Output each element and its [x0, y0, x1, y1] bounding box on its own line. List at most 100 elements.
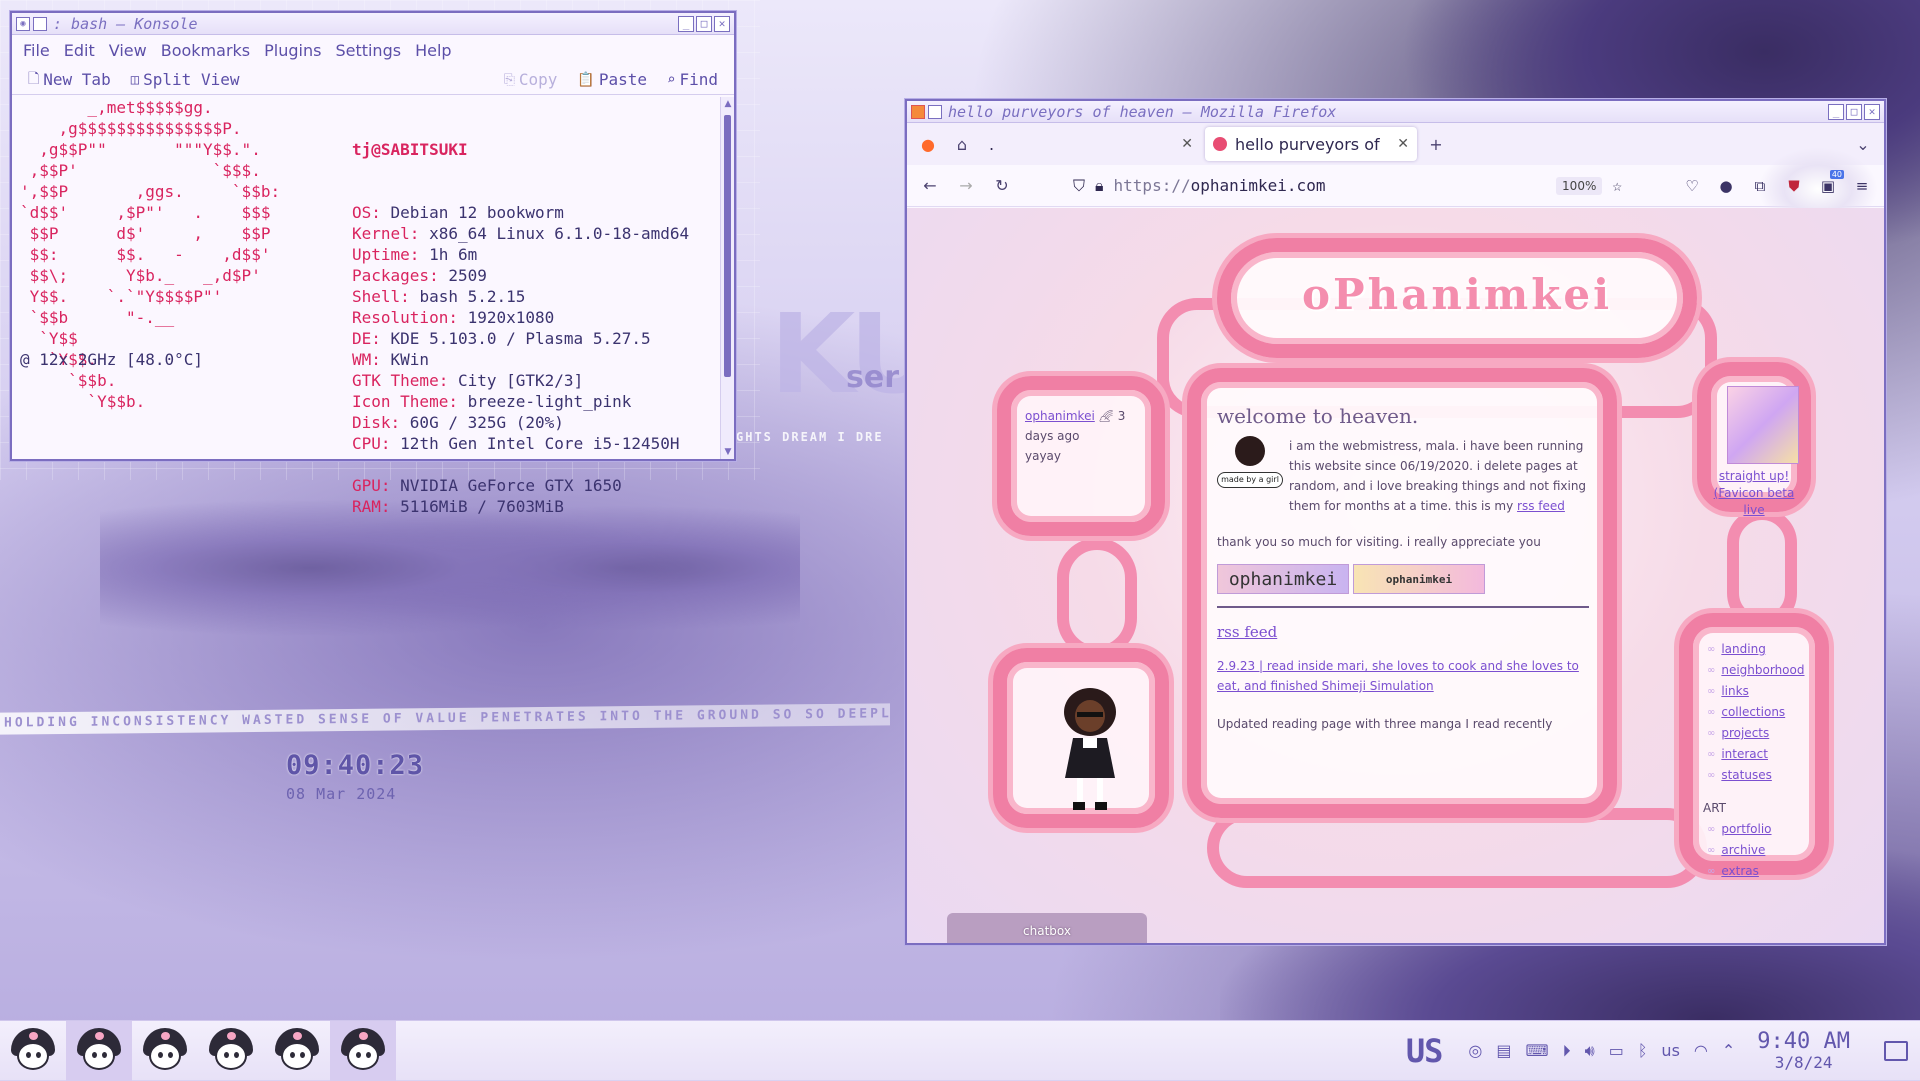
firefox-navbar: ← → ↻ ⛉ 🔒︎ https://ophanimkei.com 100% ☆…	[907, 165, 1884, 207]
nav-link[interactable]: projects	[1721, 723, 1769, 744]
firefox-window-icon[interactable]	[911, 104, 925, 119]
nav-link[interactable]: collections	[1721, 702, 1785, 723]
nav-item-archive[interactable]: ∞ archive	[1707, 840, 1804, 861]
keyboard-layout-indicator[interactable]: US	[1406, 1032, 1444, 1070]
close-button[interactable]: ✕	[714, 15, 730, 32]
nav-item-collections[interactable]: ∞ collections	[1707, 702, 1804, 723]
pocket-icon[interactable]: ♡	[1678, 172, 1706, 200]
pin-icon[interactable]	[928, 104, 942, 119]
close-button[interactable]: ✕	[1864, 103, 1880, 120]
taskbar-task-kuromi-5[interactable]	[264, 1021, 330, 1081]
scroll-down-icon[interactable]: ▼	[721, 447, 735, 457]
tray-expand-chevron-icon[interactable]: ⌃	[1722, 1041, 1735, 1060]
rss-item-link[interactable]: 2.9.23 | read inside mari, she loves to …	[1217, 659, 1579, 693]
menu-help[interactable]: Help	[415, 41, 451, 60]
konsole-titlebar[interactable]: ◉ : bash — Konsole _ □ ✕	[12, 13, 734, 35]
nav-link[interactable]: portfolio	[1721, 819, 1771, 840]
zoom-indicator[interactable]: 100%	[1556, 176, 1603, 195]
terminal-output[interactable]: _,met$$$$$gg. ,g$$$$$$$$$$$$$$$P. ,g$$P"…	[12, 97, 720, 516]
new-tab-icon[interactable]: +	[1421, 129, 1451, 159]
nav-item-extras[interactable]: ∞ extras	[1707, 861, 1804, 882]
nav-item-neighborhood[interactable]: ∞ neighborhood	[1707, 660, 1804, 681]
list-tabs-icon[interactable]: ⌄	[1848, 129, 1878, 159]
menu-edit[interactable]: Edit	[64, 41, 95, 60]
terminal-scrollbar[interactable]: ▲ ▼	[720, 97, 734, 459]
home-icon[interactable]: ⌂	[947, 129, 977, 159]
firefox-view-icon[interactable]: ●	[913, 129, 943, 159]
tab-active[interactable]: hello purveyors of ✕	[1205, 127, 1417, 161]
close-tab-icon[interactable]: ✕	[1181, 136, 1193, 152]
battery-icon[interactable]: ▭	[1609, 1041, 1624, 1060]
taskbar-task-kuromi-4[interactable]	[198, 1021, 264, 1081]
stamp-image[interactable]	[1727, 386, 1799, 464]
rss-feed-heading[interactable]: rss feed	[1217, 622, 1589, 642]
activity-icon[interactable]: ◎	[1468, 1041, 1482, 1060]
taskbar-task-kuromi-3[interactable]	[132, 1021, 198, 1081]
taskbar-task-kuromi-1[interactable]	[0, 1021, 66, 1081]
tab-inactive[interactable]: . ✕	[981, 127, 1201, 161]
taskbar-task-kuromi-6[interactable]	[330, 1020, 396, 1081]
extensions-puzzle-icon[interactable]: ⧉	[1746, 172, 1774, 200]
split-view-button[interactable]: ◫ Split View	[125, 70, 246, 89]
url-bar[interactable]: ⛉ 🔒︎ https://ophanimkei.com 100% ☆	[1063, 170, 1632, 202]
media-player-icon[interactable]: ⏵	[1563, 1041, 1571, 1061]
show-desktop-button[interactable]	[1884, 1040, 1908, 1061]
nav-item-statuses[interactable]: ∞ statuses	[1707, 765, 1804, 786]
menu-bookmarks[interactable]: Bookmarks	[161, 41, 250, 60]
find-button[interactable]: ⌕ Find	[661, 70, 724, 89]
nav-link[interactable]: neighborhood	[1721, 660, 1804, 681]
maximize-button[interactable]: □	[1846, 103, 1862, 120]
rss-feed-link[interactable]: rss feed	[1517, 499, 1565, 513]
close-tab-icon[interactable]: ✕	[1397, 136, 1409, 152]
nav-link[interactable]: extras	[1721, 861, 1759, 882]
maximize-button[interactable]: □	[696, 15, 712, 32]
back-icon[interactable]: ←	[915, 171, 945, 201]
new-tab-button[interactable]: 🗋 New Tab	[22, 68, 117, 92]
menu-file[interactable]: File	[23, 41, 50, 60]
site-button-ophanimkei-alt[interactable]: ophanimkei	[1353, 564, 1485, 594]
wifi-icon[interactable]: ◠	[1694, 1041, 1708, 1060]
forward-icon[interactable]: →	[951, 171, 981, 201]
nav-link[interactable]: links	[1721, 681, 1748, 702]
scrollbar-thumb[interactable]	[724, 115, 731, 377]
extension-circle-icon[interactable]: ●	[1712, 172, 1740, 200]
clipboard-icon[interactable]: ▤	[1496, 1041, 1511, 1060]
nav-link[interactable]: interact	[1721, 744, 1768, 765]
chatbox-tab[interactable]: chatbox	[947, 913, 1147, 943]
nav-item-landing[interactable]: ∞ landing	[1707, 639, 1804, 660]
keyboard-icon[interactable]: ⌨	[1525, 1041, 1548, 1060]
window-menu-icon[interactable]: ◉	[16, 16, 30, 31]
menu-plugins[interactable]: Plugins	[264, 41, 321, 60]
input-language[interactable]: us	[1661, 1041, 1679, 1060]
bookmark-star-icon[interactable]: ☆	[1612, 176, 1622, 195]
status-author-link[interactable]: ophanimkei	[1025, 409, 1095, 423]
pin-icon[interactable]	[33, 16, 47, 31]
minimize-button[interactable]: _	[678, 15, 694, 32]
nav-item-projects[interactable]: ∞ projects	[1707, 723, 1804, 744]
nav-link[interactable]: statuses	[1721, 765, 1772, 786]
paste-button[interactable]: 📋 Paste	[571, 70, 653, 89]
taskbar-clock[interactable]: 9:40 AM 3/8/24	[1757, 1029, 1850, 1072]
nav-item-links[interactable]: ∞ links	[1707, 681, 1804, 702]
scroll-up-icon[interactable]: ▲	[721, 99, 735, 109]
bluetooth-icon[interactable]: ᛒ	[1638, 1041, 1648, 1060]
volume-icon[interactable]: 🔊︎	[1585, 1041, 1595, 1061]
site-button-ophanimkei[interactable]: ophanimkei	[1217, 564, 1349, 594]
lock-icon[interactable]: 🔒︎	[1095, 176, 1104, 196]
nav-item-interact[interactable]: ∞ interact	[1707, 744, 1804, 765]
nav-item-portfolio[interactable]: ∞ portfolio	[1707, 819, 1804, 840]
firefox-titlebar[interactable]: hello purveyors of heaven — Mozilla Fire…	[907, 101, 1884, 123]
reload-icon[interactable]: ↻	[987, 171, 1017, 201]
ublock-icon[interactable]: ⛊	[1780, 172, 1808, 200]
hamburger-menu-icon[interactable]: ≡	[1848, 172, 1876, 200]
copy-button[interactable]: ⎘ Copy	[498, 70, 564, 89]
minimize-button[interactable]: _	[1828, 103, 1844, 120]
stamp-caption-link[interactable]: straight up! (Favicon beta live	[1711, 468, 1797, 519]
nav-link[interactable]: archive	[1721, 840, 1765, 861]
taskbar-task-kuromi-2[interactable]	[66, 1020, 132, 1081]
menu-view[interactable]: View	[109, 41, 147, 60]
tracking-shield-icon[interactable]: ⛉	[1073, 176, 1085, 196]
extension-badge-icon[interactable]: ▣ 40	[1814, 169, 1844, 200]
nav-link[interactable]: landing	[1721, 639, 1765, 660]
menu-settings[interactable]: Settings	[335, 41, 401, 60]
